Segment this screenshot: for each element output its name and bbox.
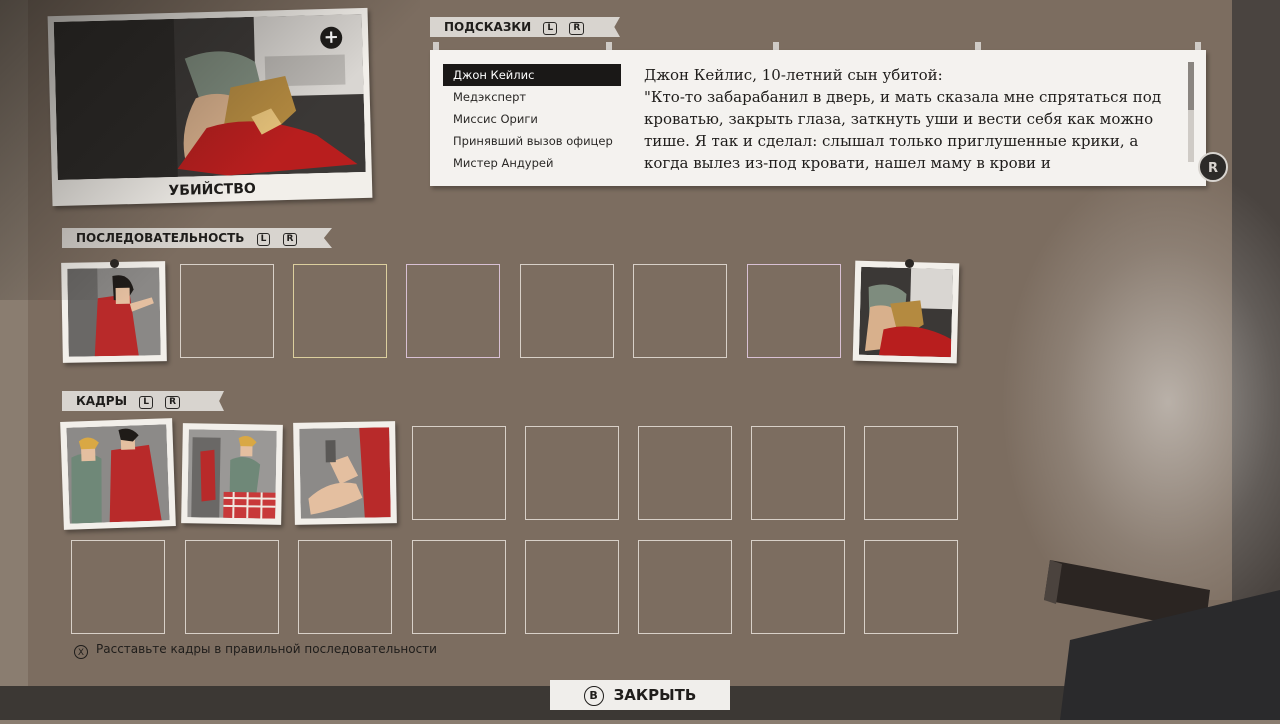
hint-item-medical-examiner[interactable]: Медэксперт <box>443 86 621 108</box>
photo-scene-murder <box>858 266 954 358</box>
photo-scene-confrontation <box>66 424 170 524</box>
frame-slot-r1-7[interactable] <box>751 426 845 520</box>
frame-slot-r1-6[interactable] <box>638 426 732 520</box>
frame-slot-r2-2[interactable] <box>185 540 279 634</box>
frames-title: КАДРЫ <box>76 394 128 408</box>
hints-title: ПОДСКАЗКИ <box>444 20 532 34</box>
sequence-photo-first[interactable] <box>61 261 167 363</box>
close-label: ЗАКРЫТЬ <box>613 686 697 704</box>
sequence-title: ПОСЛЕДОВАТЕЛЬНОСТЬ <box>76 231 245 245</box>
frame-photo-3[interactable] <box>293 421 397 525</box>
frame-slot-r2-3[interactable] <box>298 540 392 634</box>
r-button-icon[interactable]: R <box>569 22 585 35</box>
hints-panel: Джон Кейлис Медэксперт Миссис Ориги Прин… <box>430 50 1206 186</box>
crime-scene-image <box>53 13 366 181</box>
frame-slot-r1-8[interactable] <box>864 426 958 520</box>
b-button-icon: B <box>583 686 604 706</box>
frame-slot-r2-5[interactable] <box>525 540 619 634</box>
instruction-hint: X Расставьте кадры в правильной последова… <box>74 642 437 659</box>
hint-item-mr-andurey[interactable]: Мистер Андурей <box>443 152 621 174</box>
l-button-icon[interactable]: L <box>256 233 271 246</box>
l-button-icon[interactable]: L <box>139 396 153 409</box>
sequence-slot-7[interactable] <box>747 264 841 358</box>
hints-label: ПОДСКАЗКИ L R <box>430 17 620 37</box>
scrollbar-thumb[interactable] <box>1188 62 1194 110</box>
cigar-in-hand <box>1040 560 1280 720</box>
photo-scene-boy <box>67 267 161 357</box>
sequence-slot-3[interactable] <box>293 264 387 358</box>
hint-scrollbar[interactable] <box>1188 62 1194 162</box>
frame-photo-1[interactable] <box>60 418 176 530</box>
sequence-slot-4[interactable] <box>406 264 500 358</box>
sequence-photo-last[interactable] <box>852 260 960 364</box>
frame-slot-r2-1[interactable] <box>71 540 165 634</box>
sequence-label: ПОСЛЕДОВАТЕЛЬНОСТЬ L R <box>62 228 332 248</box>
r-button-icon[interactable]: R <box>282 233 298 246</box>
frame-slot-r2-8[interactable] <box>864 540 958 634</box>
pin-icon <box>110 259 119 268</box>
frame-photo-2[interactable] <box>181 423 283 525</box>
main-crime-photo[interactable]: + УБИЙСТВО <box>47 7 373 207</box>
sequence-slot-2[interactable] <box>180 264 274 358</box>
frame-slot-r2-4[interactable] <box>412 540 506 634</box>
l-button-icon[interactable]: L <box>543 22 558 35</box>
main-photo-caption: УБИЙСТВО <box>168 180 257 200</box>
hint-text: Джон Кейлис, 10-летний сын убитой: "Кто-… <box>644 66 1162 172</box>
hint-item-mrs-origi[interactable]: Миссис Ориги <box>443 108 621 130</box>
frame-slot-r1-5[interactable] <box>525 426 619 520</box>
sequence-slot-6[interactable] <box>633 264 727 358</box>
instruction-text: Расставьте кадры в правильной последоват… <box>96 642 437 656</box>
hint-item-officer[interactable]: Принявший вызов офицер <box>443 130 621 152</box>
r-button-icon[interactable]: R <box>165 396 181 409</box>
photo-scene-kitchen <box>187 429 277 519</box>
photo-scene-hands <box>299 427 391 519</box>
frame-slot-r2-7[interactable] <box>751 540 845 634</box>
frames-label: КАДРЫ L R <box>62 391 224 411</box>
x-button-icon: X <box>74 645 88 659</box>
sequence-slot-5[interactable] <box>520 264 614 358</box>
hint-item-john[interactable]: Джон Кейлис <box>443 64 621 86</box>
frame-slot-r2-6[interactable] <box>638 540 732 634</box>
close-button[interactable]: B ЗАКРЫТЬ <box>550 680 730 710</box>
pin-icon <box>905 259 914 268</box>
r-stick-icon[interactable]: R <box>1198 152 1228 182</box>
hint-list: Джон Кейлис Медэксперт Миссис Ориги Прин… <box>443 64 621 174</box>
frame-slot-r1-4[interactable] <box>412 426 506 520</box>
